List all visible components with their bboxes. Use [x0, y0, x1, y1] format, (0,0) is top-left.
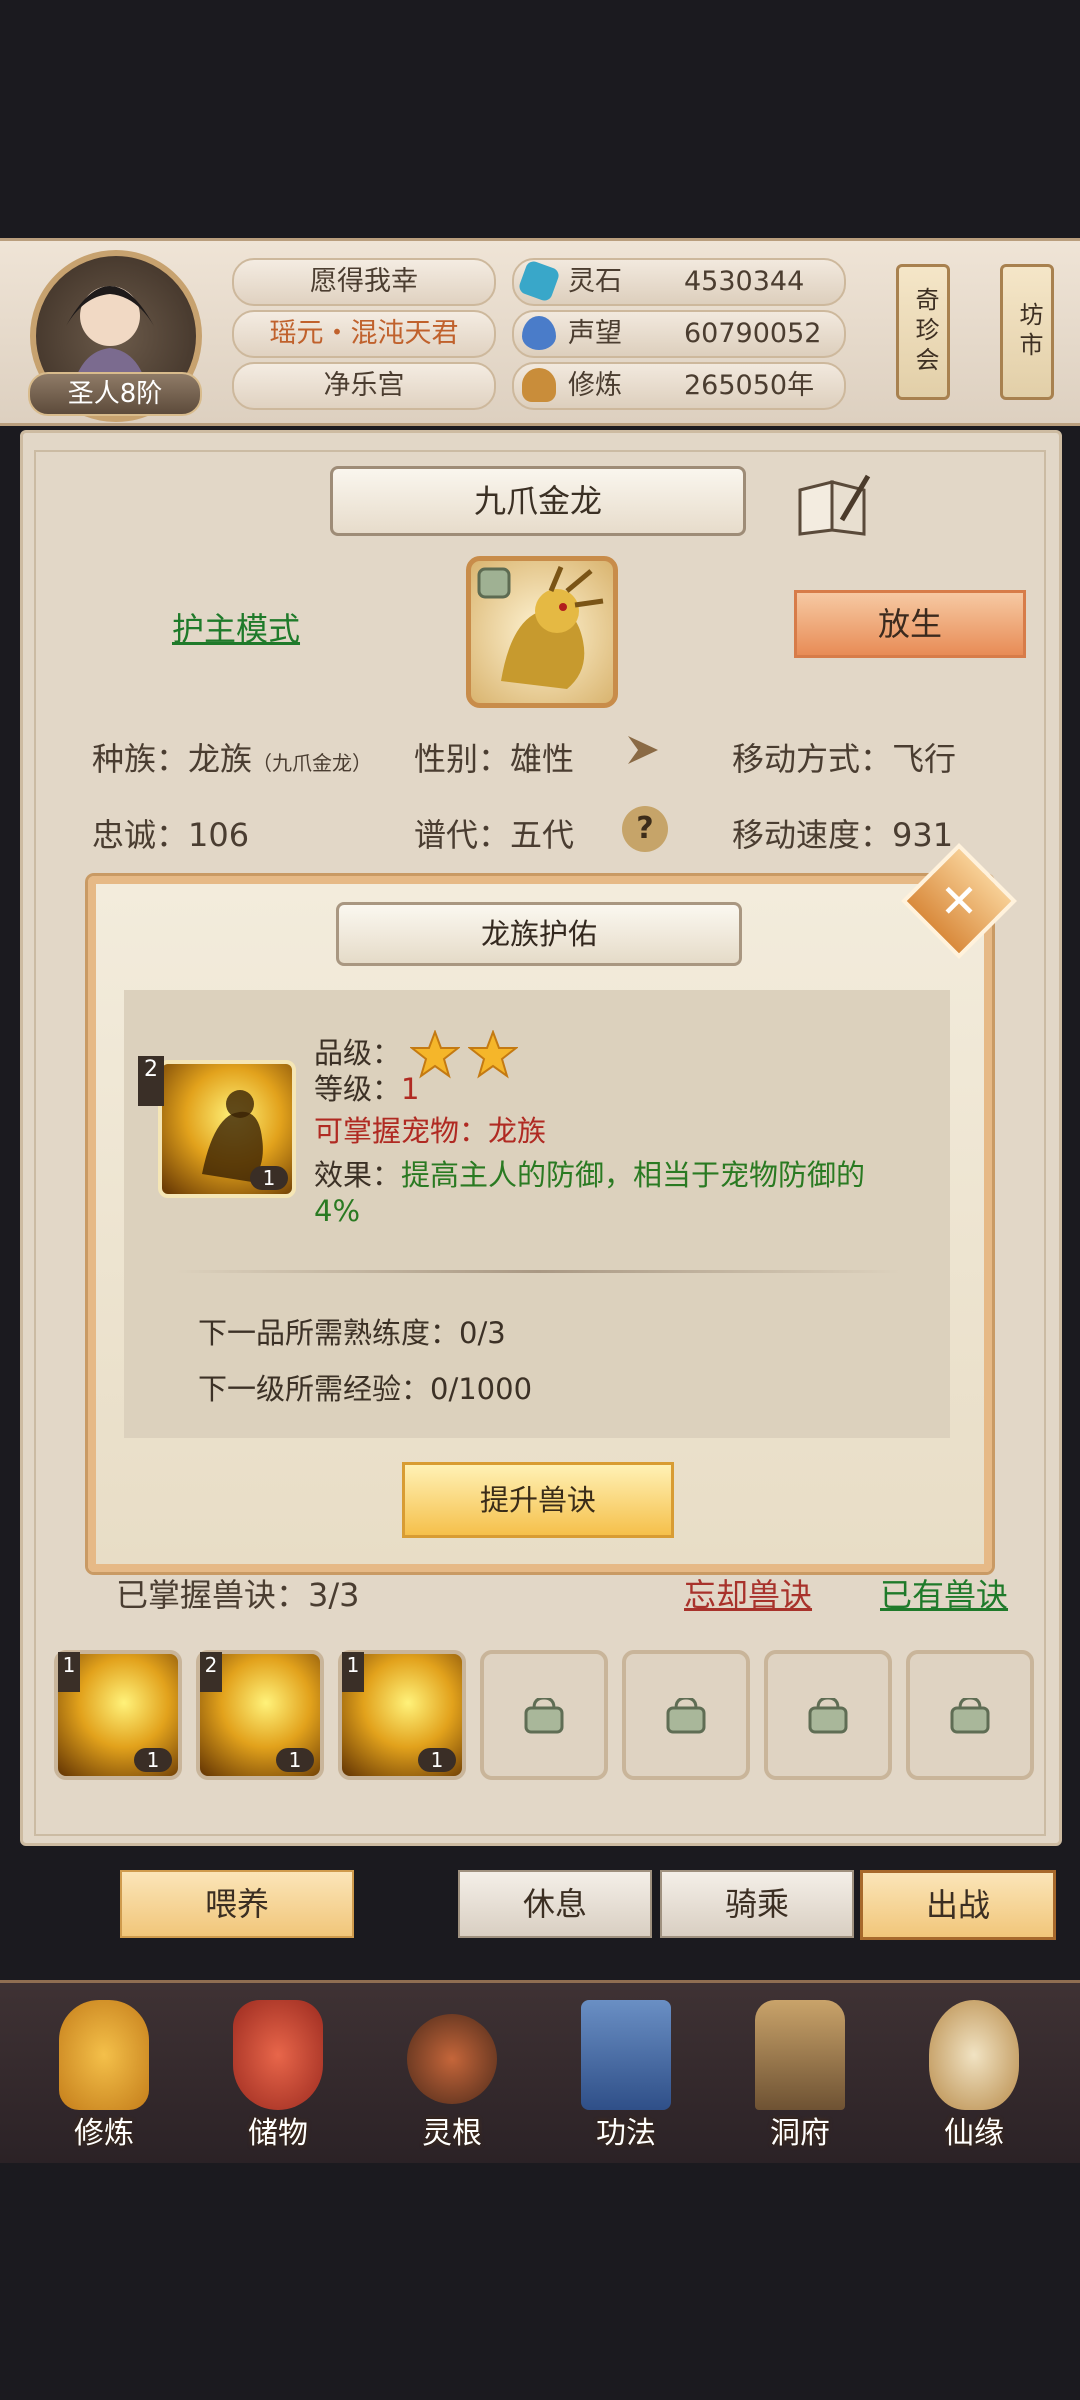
nav-spirit-root[interactable]: 灵根: [382, 1990, 522, 2160]
upgrade-skill-button[interactable]: 提升兽诀: [402, 1462, 674, 1538]
battle-button[interactable]: 出战: [860, 1870, 1056, 1940]
forget-skill-link[interactable]: 忘却兽诀: [684, 1570, 812, 1616]
resource-reputation: 声望 60790052: [512, 310, 846, 358]
release-button[interactable]: 放生: [794, 590, 1026, 658]
next-grade-requirement: 下一品所需熟练度：0/3: [198, 1316, 506, 1350]
move-speed-stat: 移动速度：931: [732, 816, 954, 854]
cave-palace-icon: [755, 2000, 845, 2110]
skill-slot-locked[interactable]: [906, 1650, 1034, 1780]
rest-button[interactable]: 休息: [458, 1870, 652, 1938]
pet-portrait[interactable]: [466, 556, 618, 708]
help-icon[interactable]: ?: [622, 806, 668, 852]
owned-skills-link[interactable]: 已有兽诀: [880, 1570, 1008, 1616]
technique-book-icon: [581, 2000, 671, 2110]
effect-row-tail: 4%: [314, 1194, 361, 1228]
rank-badge: 圣人8阶: [28, 372, 202, 416]
divider: [176, 1270, 900, 1273]
star-icon: [468, 1030, 519, 1079]
level-row: 等级：1: [314, 1072, 420, 1106]
reputation-icon: [522, 316, 556, 350]
dialog-title: 龙族护佑: [336, 902, 742, 966]
skill-grade-badge: 2: [138, 1056, 164, 1106]
ride-button[interactable]: 骑乘: [660, 1870, 854, 1938]
skill-slot-3[interactable]: 1 1: [338, 1650, 466, 1780]
lock-icon: [524, 1698, 564, 1734]
skill-icon: 1: [158, 1060, 296, 1198]
skill-slot-locked[interactable]: [622, 1650, 750, 1780]
nav-technique[interactable]: 功法: [556, 1990, 696, 2160]
treasure-fair-button[interactable]: 奇珍会: [896, 264, 950, 400]
meditation-icon: [522, 368, 556, 402]
spirit-stone-icon: [517, 259, 561, 303]
player-sect: 净乐宫: [232, 362, 496, 410]
next-level-requirement: 下一级所需经验：0/1000: [198, 1372, 533, 1406]
race-stat: 种族：龙族（九爪金龙）: [92, 740, 373, 778]
pet-book-icon[interactable]: [794, 470, 874, 536]
generation-stat: 谱代：五代: [414, 816, 575, 854]
pet-name-banner: 九爪金龙: [330, 466, 746, 536]
cultivation-icon: [59, 2000, 149, 2110]
move-type-stat: 移动方式：飞行: [732, 740, 957, 778]
guard-mode-link[interactable]: 护主模式: [172, 604, 300, 650]
nav-cultivation[interactable]: 修炼: [34, 1990, 174, 2160]
skill-slot-1[interactable]: 1 1: [54, 1650, 182, 1780]
skill-slot-locked[interactable]: [764, 1650, 892, 1780]
lock-icon: [666, 1698, 706, 1734]
player-title[interactable]: 瑶元・混沌天君: [232, 310, 496, 358]
immortal-fate-icon: [929, 2000, 1019, 2110]
market-button[interactable]: 坊市: [1000, 264, 1054, 400]
nav-immortal-fate[interactable]: 仙缘: [904, 1990, 1044, 2160]
effect-row: 效果：提高主人的防御，相当于宠物防御的: [314, 1158, 866, 1192]
lock-icon: [808, 1698, 848, 1734]
lock-icon: [950, 1698, 990, 1734]
skill-slot-locked[interactable]: [480, 1650, 608, 1780]
close-icon[interactable]: ✕: [918, 860, 1000, 942]
gender-arrow-icon[interactable]: [620, 726, 668, 774]
spirit-root-icon: [407, 2014, 497, 2104]
golden-dragon-icon: [477, 566, 604, 689]
player-name: 愿得我幸: [232, 258, 496, 306]
gender-stat: 性别：雄性: [414, 740, 575, 778]
skill-slot-2[interactable]: 2 1: [196, 1650, 324, 1780]
feed-button[interactable]: 喂养: [120, 1870, 354, 1938]
pet-type-row: 可掌握宠物：龙族: [314, 1114, 547, 1148]
mastered-skills-count: 已掌握兽诀：3/3: [116, 1576, 360, 1614]
nav-cave[interactable]: 洞府: [730, 1990, 870, 2160]
nav-storage[interactable]: 储物: [208, 1990, 348, 2160]
loyalty-stat: 忠诚：106: [92, 816, 250, 854]
resource-spirit-stone: 灵石 4530344: [512, 258, 846, 306]
storage-bag-icon: [233, 2000, 323, 2110]
resource-cultivation: 修炼 265050年: [512, 362, 846, 410]
